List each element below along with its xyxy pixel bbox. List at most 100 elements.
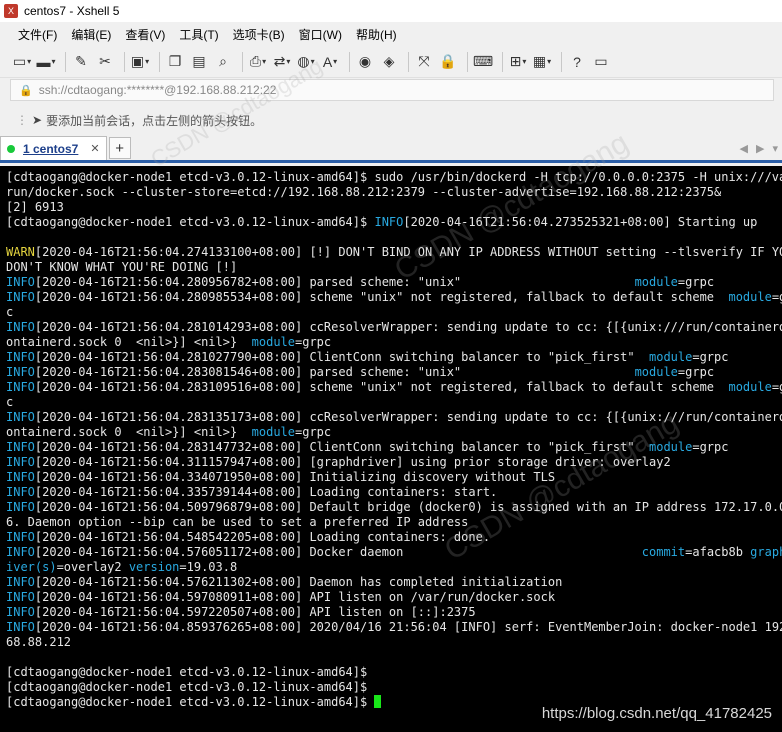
terminal-line: INFO[2020-04-16T21:56:04.281014293+08:00…: [6, 320, 782, 335]
log-keyword: module: [728, 380, 772, 394]
close-icon[interactable]: ✕: [90, 142, 99, 155]
log-keyword: iver(s): [6, 560, 57, 574]
log-keyword: INFO: [6, 440, 35, 454]
lock-icon[interactable]: 🔒: [438, 52, 458, 72]
terminal-line: INFO[2020-04-16T21:56:04.311157947+08:00…: [6, 455, 782, 470]
terminal-line: INFO[2020-04-16T21:56:04.509796879+08:00…: [6, 500, 782, 515]
menu-edit[interactable]: 编辑(E): [71, 26, 111, 43]
log-keyword: module: [251, 335, 295, 349]
terminal-text: [2020-04-16T21:56:04.283081546+08:00] pa…: [34, 365, 635, 379]
terminal-line: INFO[2020-04-16T21:56:04.548542205+08:00…: [6, 530, 782, 545]
log-level-warn: WARN: [6, 245, 35, 259]
terminal-text: [2020-04-16T21:56:04.281014293+08:00] cc…: [34, 320, 782, 334]
menu-window[interactable]: 窗口(W): [299, 26, 342, 43]
disconnect-icon[interactable]: ✂: [95, 52, 115, 72]
log-keyword: INFO: [6, 380, 35, 394]
menu-view[interactable]: 查看(V): [125, 26, 165, 43]
menu-tools[interactable]: 工具(T): [179, 26, 218, 43]
menu-help[interactable]: 帮助(H): [356, 26, 397, 43]
log-keyword: INFO: [6, 290, 35, 304]
terminal-line: c: [6, 305, 782, 320]
add-session-arrow-icon[interactable]: ➤: [32, 113, 42, 127]
terminal-text: [cdtaogang@docker-node1 etcd-v3.0.12-lin…: [6, 680, 368, 694]
terminal-text: ontainerd.sock 0 <nil>}] <nil>}: [6, 335, 252, 349]
tab-next-icon[interactable]: ▶: [756, 142, 764, 155]
terminal-text: c: [6, 305, 14, 319]
drag-handle-icon: ⋮: [16, 113, 28, 127]
log-keyword: INFO: [6, 485, 35, 499]
log-keyword: INFO: [6, 620, 35, 634]
fullscreen-icon[interactable]: ⤧: [414, 52, 434, 72]
terminal-text: =overlay2: [56, 560, 129, 574]
address-bar[interactable]: 🔒 ssh://cdtaogang:********@192.168.88.21…: [10, 79, 774, 101]
transfer-icon[interactable]: ⇄: [272, 52, 292, 72]
terminal-line: ontainerd.sock 0 <nil>}] <nil>} module=g…: [6, 425, 782, 440]
add-tab-button[interactable]: +: [108, 137, 131, 159]
new-session-icon[interactable]: ▭: [12, 52, 32, 72]
terminal-line: [cdtaogang@docker-node1 etcd-v3.0.12-lin…: [6, 215, 782, 230]
terminal-text: [2020-04-16T21:56:04.576051172+08:00] Do…: [34, 545, 642, 559]
lock-icon: 🔒: [19, 84, 33, 97]
terminal-text: =grpc: [677, 365, 715, 379]
keyboard-icon[interactable]: ⌨: [473, 52, 493, 72]
menu-tabs[interactable]: 选项卡(B): [233, 26, 285, 43]
log-keyword: INFO: [6, 575, 35, 589]
connection-status-icon: [7, 144, 15, 153]
terminal-output[interactable]: [cdtaogang@docker-node1 etcd-v3.0.12-lin…: [0, 166, 782, 732]
log-keyword: INFO: [6, 350, 35, 364]
paste-icon[interactable]: ▤: [189, 52, 209, 72]
log-keyword: module: [634, 365, 678, 379]
terminal-text: 6. Daemon option --bip can be used to se…: [6, 515, 469, 529]
terminal-line: [cdtaogang@docker-node1 etcd-v3.0.12-lin…: [6, 665, 782, 680]
terminal-line: INFO[2020-04-16T21:56:04.280985534+08:00…: [6, 290, 782, 305]
globe-icon[interactable]: ◍: [296, 52, 316, 72]
terminal-text: [2020-04-16T21:56:04.597220507+08:00] AP…: [34, 605, 476, 619]
terminal-cursor: [374, 695, 382, 708]
menu-file[interactable]: 文件(F): [18, 26, 57, 43]
log-keyword: module: [634, 275, 678, 289]
log-keyword: INFO: [6, 275, 35, 289]
terminal-text: =grpc: [295, 425, 332, 439]
log-keyword: version: [128, 560, 180, 574]
log-keyword: INFO: [6, 590, 35, 604]
terminal-text: [2020-04-16T21:56:04.280956782+08:00] pa…: [34, 275, 635, 289]
tab-navigation: ◀ ▶ ▾: [732, 142, 778, 155]
properties-icon[interactable]: ▣: [130, 52, 150, 72]
toolbar: ▭ ▬ ✎ ✂ ▣ ❐ ▤ ⌕ ⎙ ⇄ ◍ A ◉ ◈ ⤧ 🔒 ⌨ ⊞ ▦ ? …: [0, 46, 782, 78]
terminal-text: [cdtaogang@docker-node1 etcd-v3.0.12-lin…: [6, 695, 375, 709]
xftp-icon[interactable]: ◉: [355, 52, 375, 72]
font-icon[interactable]: A: [320, 52, 340, 72]
comment-icon[interactable]: ▭: [591, 52, 611, 72]
log-keyword: INFO: [6, 530, 35, 544]
terminal-text: [2020-04-16T21:56:04.274133100+08:00] [!…: [34, 245, 782, 259]
terminal-text: [2020-04-16T21:56:04.548542205+08:00] Lo…: [34, 530, 491, 544]
tab-prev-icon[interactable]: ◀: [740, 142, 748, 155]
add-tab-icon[interactable]: ⊞: [508, 52, 528, 72]
toolbar-separator: [242, 51, 243, 72]
print-icon[interactable]: ⎙: [248, 52, 268, 72]
terminal-text: [2020-04-16T21:56:04.859376265+08:00] 20…: [34, 620, 782, 634]
copy-icon[interactable]: ❐: [165, 52, 185, 72]
terminal-text: =grp: [771, 380, 782, 394]
terminal-text: [cdtaogang@docker-node1 etcd-v3.0.12-lin…: [6, 665, 368, 679]
log-keyword: INFO: [6, 605, 35, 619]
session-hint-text: 要添加当前会话，点击左侧的箭头按钮。: [46, 113, 263, 128]
session-hint-bar: ⋮ ➤ 要添加当前会话，点击左侧的箭头按钮。: [0, 106, 782, 134]
terminal-line: INFO[2020-04-16T21:56:04.283147732+08:00…: [6, 440, 782, 455]
terminal-line: INFO[2020-04-16T21:56:04.283081546+08:00…: [6, 365, 782, 380]
layout-icon[interactable]: ▦: [532, 52, 552, 72]
find-icon[interactable]: ⌕: [213, 52, 233, 72]
terminal-line: run/docker.sock --cluster-store=etcd://1…: [6, 185, 782, 200]
terminal-line: INFO[2020-04-16T21:56:04.335739144+08:00…: [6, 485, 782, 500]
open-folder-icon[interactable]: ▬: [36, 52, 56, 72]
xshell-script-icon[interactable]: ◈: [379, 52, 399, 72]
toolbar-separator: [467, 51, 468, 72]
terminal-text: [2020-04-16T21:56:04.273525321+08:00] St…: [403, 215, 758, 229]
terminal-line: iver(s)=overlay2 version=19.03.8: [6, 560, 782, 575]
link-icon[interactable]: ✎: [71, 52, 91, 72]
tab-centos7[interactable]: 1 centos7 ✕: [0, 136, 107, 160]
terminal-text: [2020-04-16T21:56:04.283109516+08:00] sc…: [34, 380, 729, 394]
tab-list-icon[interactable]: ▾: [772, 142, 778, 155]
help-icon[interactable]: ?: [567, 52, 587, 72]
